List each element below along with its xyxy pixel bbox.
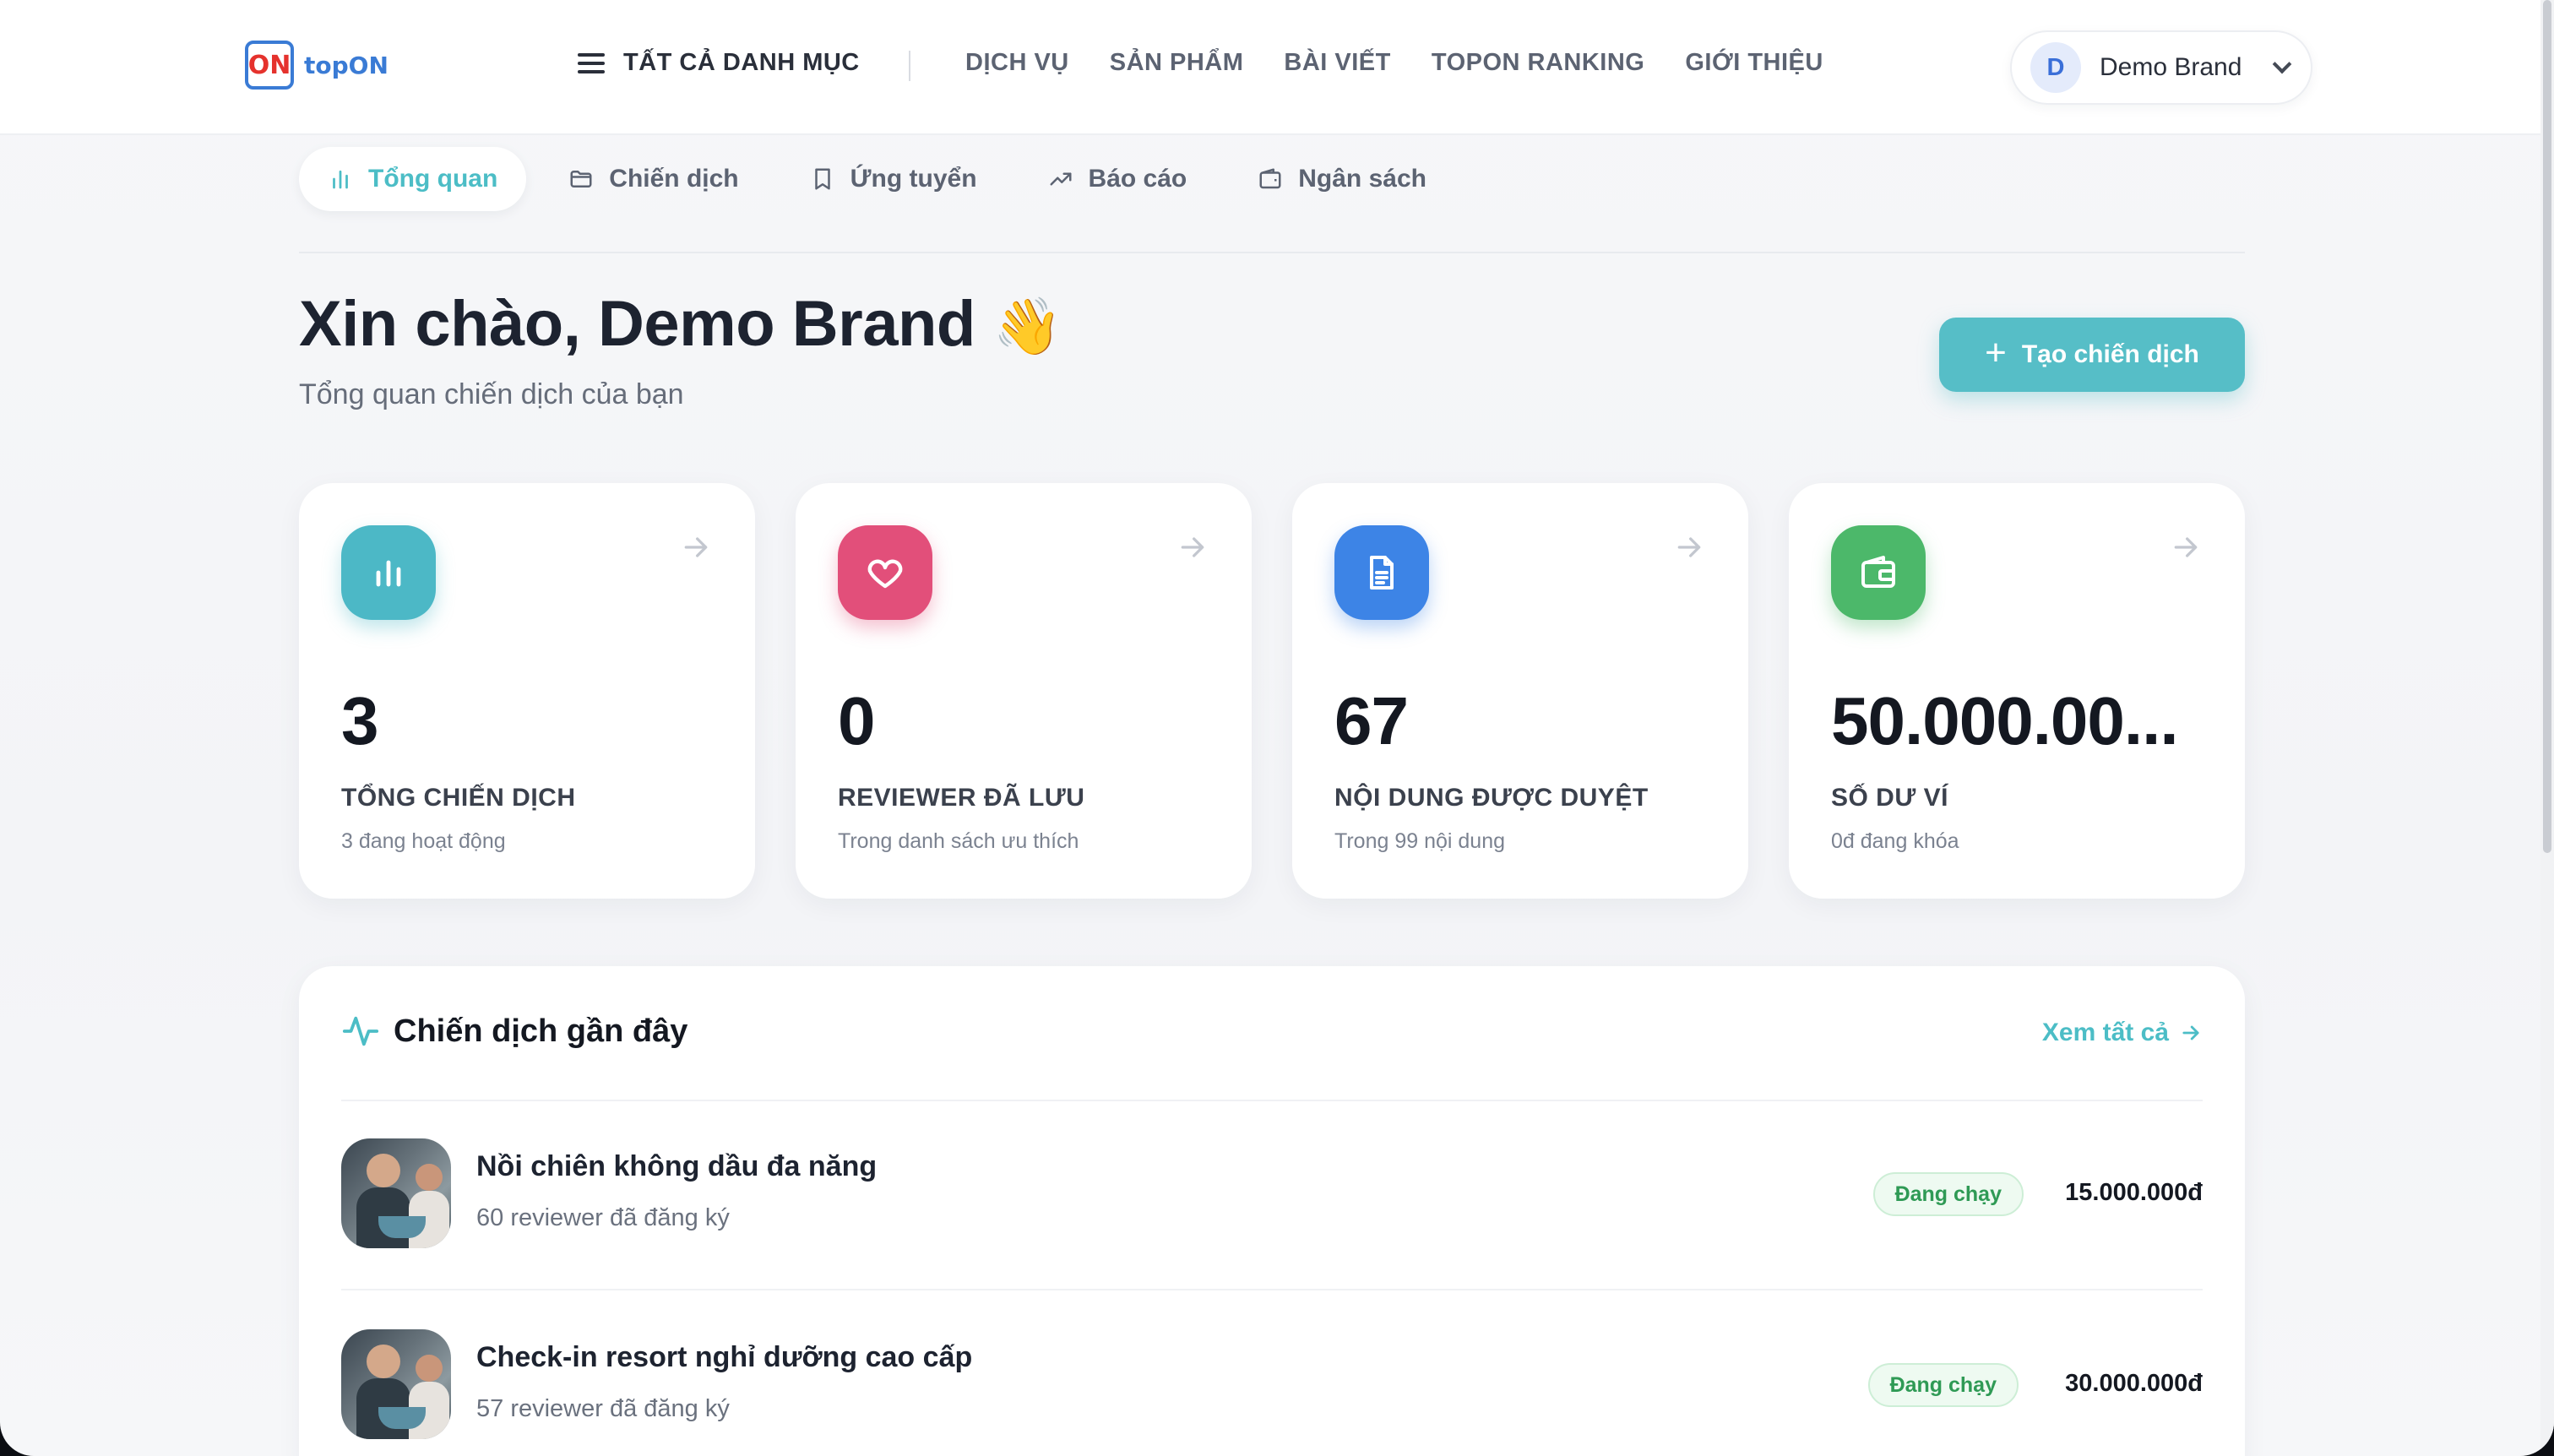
campaign-thumbnail: [341, 1329, 451, 1439]
stat-label: NỘI DUNG ĐƯỢC DUYỆT: [1334, 784, 1649, 812]
list-item[interactable]: Check-in resort nghỉ dưỡng cao cấp 57 re…: [341, 1329, 2203, 1439]
user-menu[interactable]: D Demo Brand: [2010, 30, 2312, 105]
tab-campaigns[interactable]: Chiến dịch: [540, 147, 767, 211]
stat-value: 67: [1334, 683, 1409, 758]
create-campaign-button[interactable]: + Tạo chiến dịch: [1939, 318, 2245, 392]
create-campaign-label: Tạo chiến dịch: [2021, 340, 2199, 368]
arrow-right-icon: [2174, 537, 2198, 557]
arrow-right-icon: [684, 537, 708, 557]
stat-card-approved-content[interactable]: 67 NỘI DUNG ĐƯỢC DUYỆT Trong 99 nội dung: [1292, 483, 1748, 899]
stat-sub: 0đ đang khóa: [1831, 829, 1959, 853]
stat-icon-bg: [1334, 525, 1429, 620]
campaign-budget: 15.000.000đ: [2065, 1179, 2203, 1206]
all-categories-menu[interactable]: TẤT CẢ DANH MỤC: [578, 49, 860, 77]
stat-value: 0: [838, 683, 875, 758]
arrow-right-icon: [2182, 1025, 2199, 1040]
page-scrollbar-thumb[interactable]: [2543, 0, 2551, 853]
stat-card-total-campaigns[interactable]: 3 TỔNG CHIẾN DỊCH 3 đang hoạt động: [299, 483, 755, 899]
stat-icon-bg: [838, 525, 932, 620]
arrow-right-icon: [1677, 537, 1701, 557]
heart-icon: [867, 559, 903, 589]
plus-icon: +: [1985, 332, 2007, 373]
stat-sub: 3 đang hoạt động: [341, 829, 506, 853]
activity-icon: [342, 1016, 379, 1046]
stat-icon-bg: [1831, 525, 1926, 620]
user-name: Demo Brand: [2100, 53, 2242, 81]
dashboard-tabs: Tổng quan Chiến dịch Ứng tuyển Báo cáo N…: [299, 147, 1455, 211]
tab-overview[interactable]: Tổng quan: [299, 147, 527, 211]
bookmark-icon: [814, 168, 830, 190]
tabs-divider: [299, 252, 2245, 253]
nav-articles[interactable]: BÀI VIẾT: [1284, 49, 1390, 77]
tab-label: Ứng tuyển: [850, 165, 977, 193]
chevron-down-icon: [2273, 54, 2292, 74]
app-window: ON topON TẤT CẢ DANH MỤC DỊCH VỤ SẢN PHẨ…: [0, 0, 2554, 1456]
recent-campaigns-panel: Chiến dịch gần đây Xem tất cả Nồi chiên …: [299, 966, 2245, 1456]
campaign-registrations: 57 reviewer đã đăng ký: [476, 1395, 730, 1422]
page-title: Xin chào, Demo Brand 👋: [299, 287, 1062, 361]
tab-applications[interactable]: Ứng tuyển: [781, 147, 1006, 211]
see-all-label: Xem tất cả: [2041, 1019, 2169, 1046]
header-divider: [909, 51, 910, 81]
see-all-link[interactable]: Xem tất cả: [2042, 1019, 2203, 1047]
row-separator: [341, 1289, 2203, 1290]
tab-label: Tổng quan: [368, 165, 498, 193]
tab-label: Chiến dịch: [609, 165, 739, 193]
list-item[interactable]: Nồi chiên không dầu đa năng 60 reviewer …: [341, 1138, 2203, 1248]
folder-icon: [570, 171, 592, 187]
logo[interactable]: ON topON: [245, 41, 389, 90]
hamburger-icon: [578, 52, 605, 73]
panel-title-text: Chiến dịch gần đây: [394, 1013, 688, 1049]
logo-mark-icon: ON: [245, 41, 294, 90]
arrow-right-icon: [1181, 537, 1204, 557]
nav-about[interactable]: GIỚI THIỆU: [1685, 49, 1823, 77]
campaign-registrations: 60 reviewer đã đăng ký: [476, 1204, 730, 1231]
campaign-name: Nồi chiên không dầu đa năng: [476, 1150, 878, 1182]
panel-title: Chiến dịch gần đây: [341, 1012, 687, 1051]
status-badge: Đang chạy: [1872, 1172, 2024, 1216]
all-categories-label: TẤT CẢ DANH MỤC: [623, 49, 860, 76]
campaign-name: Check-in resort nghỉ dưỡng cao cấp: [476, 1341, 973, 1373]
trend-up-icon: [1050, 172, 1072, 186]
logo-text: topON: [304, 51, 389, 79]
page-subtitle: Tổng quan chiến dịch của bạn: [299, 378, 684, 410]
wallet-icon: [1861, 556, 1895, 588]
row-separator: [341, 1100, 2203, 1101]
stat-value: 3: [341, 683, 378, 758]
tab-reports[interactable]: Báo cáo: [1019, 147, 1216, 211]
main-nav: DỊCH VỤ SẢN PHẨM BÀI VIẾT TOPON RANKING …: [965, 49, 1823, 77]
stat-card-wallet-balance[interactable]: 50.000.00... SỐ DƯ VÍ 0đ đang khóa: [1789, 483, 2245, 899]
nav-topon-ranking[interactable]: TOPON RANKING: [1432, 49, 1644, 77]
nav-products[interactable]: SẢN PHẨM: [1110, 49, 1244, 77]
campaign-budget: 30.000.000đ: [2065, 1370, 2203, 1397]
stat-value: 50.000.00...: [1831, 683, 2179, 758]
top-header: ON topON TẤT CẢ DANH MỤC DỊCH VỤ SẢN PHẨ…: [0, 0, 2554, 135]
stat-label: REVIEWER ĐÃ LƯU: [838, 784, 1085, 812]
bar-chart-icon: [376, 560, 401, 587]
stat-icon-bg: [341, 525, 436, 620]
campaign-thumbnail: [341, 1138, 451, 1248]
stat-label: TỔNG CHIẾN DỊCH: [341, 784, 576, 812]
stat-sub: Trong 99 nội dung: [1334, 829, 1506, 853]
stat-card-saved-reviewers[interactable]: 0 REVIEWER ĐÃ LƯU Trong danh sách ưu thí…: [796, 483, 1252, 899]
avatar: D: [2030, 42, 2081, 93]
stat-label: SỐ DƯ VÍ: [1831, 784, 1948, 812]
tab-budget[interactable]: Ngân sách: [1229, 147, 1455, 211]
nav-services[interactable]: DỊCH VỤ: [965, 49, 1069, 77]
wave-emoji-icon: 👋: [992, 294, 1062, 359]
document-icon: [1370, 556, 1394, 589]
tab-label: Báo cáo: [1088, 165, 1187, 193]
bar-chart-icon: [333, 170, 348, 189]
status-badge: Đang chạy: [1867, 1363, 2019, 1407]
tab-label: Ngân sách: [1298, 165, 1426, 193]
wallet-icon: [1259, 168, 1281, 189]
greeting-text: Xin chào, Demo Brand: [299, 288, 975, 360]
stat-sub: Trong danh sách ưu thích: [838, 829, 1079, 853]
